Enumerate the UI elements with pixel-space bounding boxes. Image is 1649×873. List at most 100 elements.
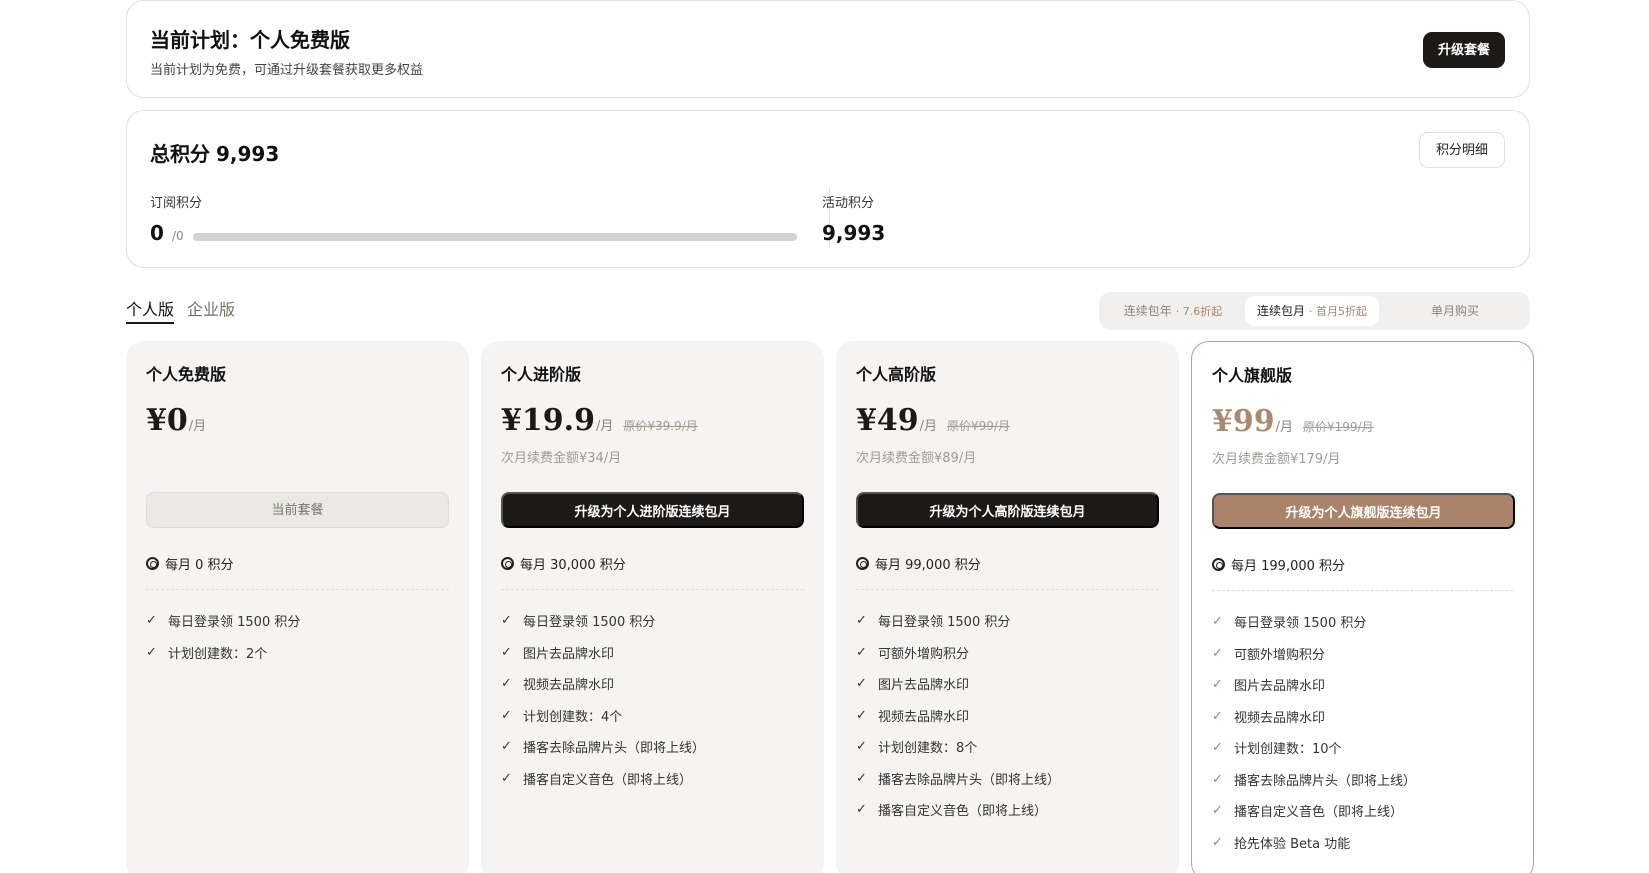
check-icon: ✓ [501,644,512,660]
plan-feature-text: 播客自定义音色（即将上线） [523,772,693,788]
plan-feature-item: ✓ 计划创建数：8个 [856,737,977,756]
tab-personal[interactable]: 个人版 [126,296,174,320]
plan-feature-text: 每日登录领 1500 积分 [168,615,301,630]
check-icon: ✓ [146,644,157,660]
plan-feature-item: ✓ 计划创建数：10个 [1212,738,1342,757]
plan-monthly-points-text: 每月 199,000 积分 [1231,559,1346,574]
points-coin-icon [501,557,514,570]
plan-feature-item: ✓ 播客去除品牌片头（即将上线） [1212,770,1416,789]
plan-feature-text: 计划创建数：2个 [168,646,268,662]
subscription-points-denominator: /0 [172,229,184,243]
billing-option-label: 连续包年 [1123,304,1172,318]
plan-price-row: ¥49/月 原价¥99/月 [856,403,1010,438]
plan-name: 个人免费版 [146,365,227,384]
billing-option-label: 连续包月 [1256,304,1305,318]
upgrade-premium-button[interactable]: 升级为个人高阶版连续包月 [856,492,1159,528]
total-points-value: 9,993 [216,142,280,166]
billing-option-note: · 首月5折起 [1309,305,1367,318]
plan-monthly-points-text: 每月 0 积分 [165,558,234,573]
plan-price-unit: /月 [1275,420,1294,435]
plan-price: ¥19.9 [501,403,595,438]
check-icon: ✓ [856,707,867,723]
subscription-progress-bar [193,233,797,241]
plan-feature-item: ✓ 视频去品牌水印 [501,674,614,693]
tab-active-underline [126,322,174,324]
plan-price-row: ¥19.9/月 原价¥39.9/月 [501,403,698,438]
plan-feature-text: 每日登录领 1500 积分 [878,615,1011,630]
plan-feature-item: ✓ 每日登录领 1500 积分 [146,611,300,630]
check-icon: ✓ [856,770,867,786]
check-icon: ✓ [501,770,512,786]
plan-monthly-points: 每月 30,000 积分 [501,554,626,573]
check-icon: ✓ [501,739,512,754]
check-icon: ✓ [1212,740,1223,755]
plan-renewal-price: 次月续费金额¥89/月 [856,451,977,466]
check-icon: ✓ [856,613,867,628]
plan-feature-item: ✓ 每日登录领 1500 积分 [856,611,1010,630]
plan-monthly-points: 每月 0 积分 [146,554,234,573]
plan-card-flagship: 个人旗舰版 ¥99/月 原价¥199/月 次月续费金额¥179/月 升级为个人旗舰… [1191,341,1534,873]
plan-price-unit: /月 [188,419,207,434]
plan-feature-text: 播客自定义音色（即将上线） [1234,805,1404,820]
plan-feature-text: 抢先体验 Beta 功能 [1234,836,1351,852]
plan-name: 个人旗舰版 [1212,366,1293,385]
points-detail-button[interactable]: 积分明细 [1418,132,1505,168]
tab-enterprise[interactable]: 企业版 [187,296,235,320]
check-icon: ✓ [1212,803,1223,818]
check-icon: ✓ [1212,677,1223,692]
upgrade-flagship-button[interactable]: 升级为个人旗舰版连续包月 [1212,493,1515,529]
plan-price-row: ¥99/月 原价¥199/月 [1212,404,1374,439]
plan-feature-text: 可额外增购积分 [1234,647,1326,663]
check-icon: ✓ [1212,614,1223,629]
plan-feature-text: 视频去品牌水印 [523,678,615,693]
total-points: 总积分 9,993 [150,138,279,167]
check-icon: ✓ [1212,771,1223,787]
plan-feature-text: 播客去除品牌片头（即将上线） [1234,773,1417,789]
plan-feature-text: 每日登录领 1500 积分 [1234,616,1367,631]
check-icon: ✓ [856,676,867,691]
plan-feature-text: 播客自定义音色（即将上线） [878,804,1048,819]
plan-feature-item: ✓ 计划创建数：4个 [501,706,622,725]
plan-feature-item: ✓ 图片去品牌水印 [856,674,969,693]
current-plan-title: 当前计划：个人免费版 [150,28,350,52]
plan-feature-text: 播客去除品牌片头（即将上线） [523,741,706,756]
plan-feature-item: ✓ 播客去除品牌片头（即将上线） [501,737,705,756]
plan-feature-text: 可额外增购积分 [878,646,970,662]
points-coin-icon [1212,558,1225,571]
billing-option-monthly[interactable]: 连续包月 · 首月5折起 [1245,296,1379,326]
plan-feature-item: ✓ 视频去品牌水印 [856,706,969,725]
plan-name: 个人高阶版 [856,365,937,384]
plan-price-unit: /月 [919,419,938,434]
plan-original-price: 原价¥99/月 [947,419,1010,433]
plan-name: 个人进阶版 [501,365,582,384]
plan-price: ¥99 [1212,404,1275,439]
check-icon: ✓ [856,739,867,754]
plan-feature-item: ✓ 视频去品牌水印 [1212,707,1325,726]
plan-feature-text: 图片去品牌水印 [1234,679,1326,694]
check-icon: ✓ [1212,708,1223,724]
plan-divider [501,589,804,590]
plan-monthly-points-text: 每月 30,000 积分 [520,558,626,573]
check-icon: ✓ [856,802,867,817]
plan-monthly-points: 每月 99,000 积分 [856,554,981,573]
billing-option-single-month[interactable]: 单月购买 [1387,296,1523,326]
plan-card-advanced: 个人进阶版 ¥19.9/月 原价¥39.9/月 次月续费金额¥34/月 升级为个人… [481,341,824,873]
upgrade-advanced-button[interactable]: 升级为个人进阶版连续包月 [501,492,804,528]
subscription-points-value: 0 [150,221,164,245]
plan-divider [856,589,1159,590]
points-coin-icon [856,557,869,570]
plan-feature-item: ✓ 播客自定义音色（即将上线） [501,769,692,788]
upgrade-plan-button[interactable]: 升级套餐 [1422,32,1505,68]
plan-divider [1212,590,1513,591]
plan-price: ¥49 [856,403,919,438]
subscription-points-label: 订阅积分 [150,196,203,211]
plan-feature-text: 播客去除品牌片头（即将上线） [878,772,1061,788]
current-plan-card: 当前计划：个人免费版 当前计划为免费，可通过升级套餐获取更多权益 升级套餐 [126,0,1530,98]
billing-period-switch: 连续包年 · 7.6折起 连续包月 · 首月5折起 单月购买 [1099,292,1530,330]
total-points-label: 总积分 [150,142,210,166]
plan-price-unit: /月 [595,419,614,434]
billing-option-yearly[interactable]: 连续包年 · 7.6折起 [1105,296,1241,326]
check-icon: ✓ [146,613,157,628]
plan-feature-item: ✓ 可额外增购积分 [856,643,969,662]
plan-feature-item: ✓ 可额外增购积分 [1212,644,1325,663]
